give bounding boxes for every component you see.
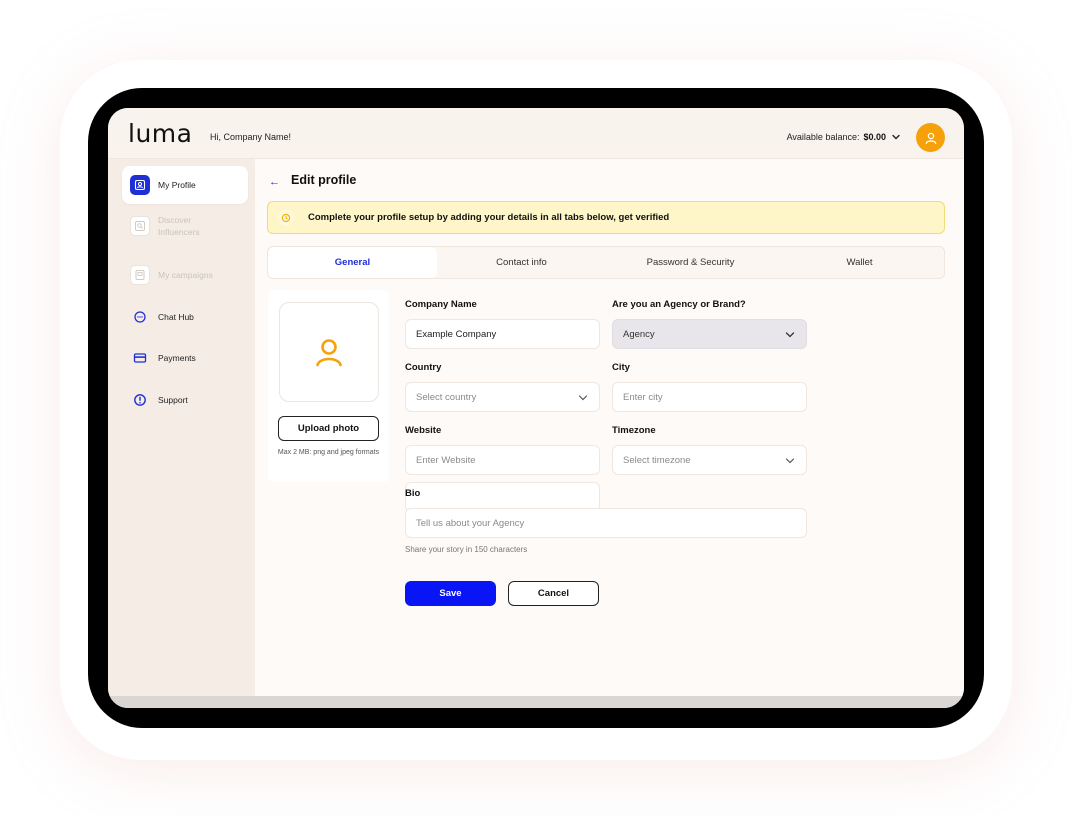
tab-general[interactable]: General bbox=[268, 247, 437, 278]
agency-brand-select[interactable]: Agency bbox=[612, 319, 807, 349]
bio-label: Bio bbox=[405, 488, 421, 499]
discover-icon bbox=[130, 216, 150, 236]
photo-panel: Upload photo Max 2 MB: png and jpeg form… bbox=[268, 290, 389, 482]
country-label: Country bbox=[405, 362, 442, 373]
agency-brand-value: Agency bbox=[623, 328, 655, 340]
stage: luma Hi, Company Name! Available balance… bbox=[0, 0, 1072, 816]
tab-contact-info[interactable]: Contact info bbox=[437, 247, 606, 278]
cancel-button[interactable]: Cancel bbox=[508, 581, 599, 606]
logo[interactable]: luma bbox=[128, 119, 192, 148]
campaigns-icon bbox=[130, 265, 150, 285]
tab-wallet[interactable]: Wallet bbox=[775, 247, 944, 278]
upload-photo-button[interactable]: Upload photo bbox=[278, 416, 379, 441]
back-arrow-icon[interactable]: ← bbox=[269, 176, 280, 188]
balance-label: Available balance: bbox=[786, 132, 860, 142]
sidebar-item-label: Support bbox=[158, 395, 188, 405]
top-bar: luma Hi, Company Name! Available balance… bbox=[108, 108, 964, 159]
balance-dropdown[interactable]: Available balance: $0.00 bbox=[787, 131, 902, 143]
profile-tabs: General Contact info Password & Security… bbox=[267, 246, 945, 279]
country-select[interactable]: Select country bbox=[405, 382, 600, 412]
chevron-down-icon bbox=[892, 134, 900, 140]
bio-hint: Share your story in 150 characters bbox=[405, 545, 528, 554]
sidebar-item-discover-influencers[interactable]: Discover Influencers bbox=[122, 207, 248, 245]
sidebar-item-support[interactable]: Support bbox=[122, 381, 248, 419]
upload-hint: Max 2 MB: png and jpeg formats bbox=[277, 449, 380, 456]
clock-icon bbox=[278, 209, 294, 226]
bio-field[interactable]: Tell us about your Agency bbox=[405, 508, 807, 538]
app-screen: luma Hi, Company Name! Available balance… bbox=[108, 108, 964, 708]
website-label: Website bbox=[405, 425, 442, 436]
sidebar-item-label: Payments bbox=[158, 353, 196, 363]
chevron-down-icon bbox=[785, 332, 795, 338]
timezone-label: Timezone bbox=[612, 425, 656, 436]
city-label: City bbox=[612, 362, 630, 373]
chat-icon bbox=[130, 307, 150, 327]
profile-setup-alert: Complete your profile setup by adding yo… bbox=[267, 201, 945, 234]
sidebar: My Profile Discover Influencers My campa… bbox=[108, 159, 255, 708]
timezone-placeholder: Select timezone bbox=[623, 454, 691, 466]
profile-icon bbox=[130, 175, 150, 195]
user-icon bbox=[316, 339, 342, 367]
city-field[interactable]: Enter city bbox=[612, 382, 807, 412]
chevron-down-icon bbox=[785, 458, 795, 464]
user-icon bbox=[925, 132, 936, 144]
main-content: ← Edit profile Complete your profile set… bbox=[255, 159, 964, 708]
page-title: Edit profile bbox=[291, 173, 357, 187]
photo-placeholder[interactable] bbox=[279, 302, 379, 402]
user-avatar[interactable] bbox=[916, 123, 945, 152]
balance-value: $0.00 bbox=[863, 132, 886, 142]
screen-bottom-bar bbox=[108, 696, 964, 708]
sidebar-item-label: My campaigns bbox=[158, 270, 213, 280]
company-name-label: Company Name bbox=[405, 299, 477, 310]
agency-brand-label: Are you an Agency or Brand? bbox=[612, 299, 746, 310]
sidebar-item-payments[interactable]: Payments bbox=[122, 339, 248, 377]
sidebar-item-label: Discover Influencers bbox=[158, 215, 200, 237]
alert-text: Complete your profile setup by adding yo… bbox=[308, 212, 670, 223]
website-field[interactable]: Enter Website bbox=[405, 445, 600, 475]
sidebar-item-label: My Profile bbox=[158, 180, 196, 190]
info-icon bbox=[130, 390, 150, 410]
sidebar-item-label: Chat Hub bbox=[158, 312, 194, 322]
sidebar-item-chat-hub[interactable]: Chat Hub bbox=[122, 298, 248, 336]
greeting-text: Hi, Company Name! bbox=[210, 132, 292, 142]
tab-password-security[interactable]: Password & Security bbox=[606, 247, 775, 278]
timezone-select[interactable]: Select timezone bbox=[612, 445, 807, 475]
save-button[interactable]: Save bbox=[405, 581, 496, 606]
sidebar-item-my-campaigns[interactable]: My campaigns bbox=[122, 256, 248, 294]
sidebar-item-my-profile[interactable]: My Profile bbox=[122, 166, 248, 204]
card-icon bbox=[130, 348, 150, 368]
company-name-field[interactable]: Example Company bbox=[405, 319, 600, 349]
chevron-down-icon bbox=[578, 395, 588, 401]
country-placeholder: Select country bbox=[416, 391, 477, 403]
